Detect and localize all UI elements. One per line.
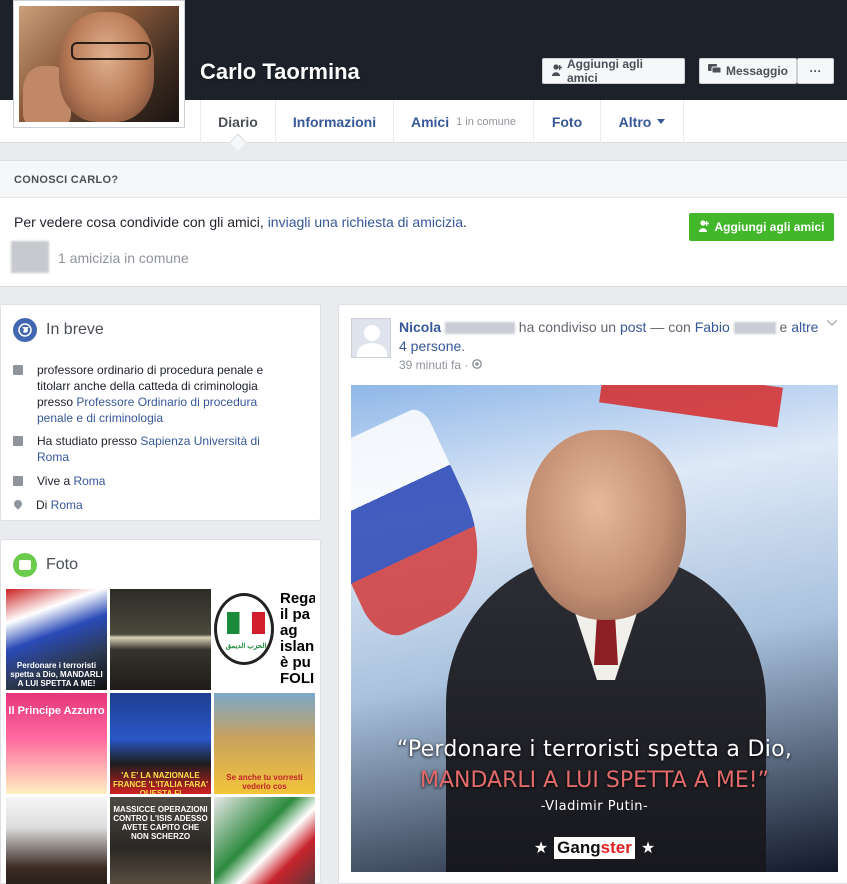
chevron-down-icon[interactable] <box>827 320 837 326</box>
image-quote: “Perdonare i terroristi spetta a Dio, MA… <box>351 737 838 814</box>
globe-icon <box>13 318 37 342</box>
quote-line-1: “Perdonare i terroristi spetta a Dio, <box>396 737 793 762</box>
photo-thumbnail[interactable] <box>110 589 211 690</box>
star-icon: ★ <box>640 840 656 857</box>
tab-label: Informazioni <box>292 113 377 130</box>
photo-thumbnail[interactable]: 'A E' LA NAZIONALE FRANCE 'L'ITALIA FARA… <box>110 693 211 794</box>
profile-photo-image <box>19 6 179 122</box>
study-text: Ha studiato presso <box>37 434 141 448</box>
star-icon: ★ <box>533 840 549 857</box>
post-time-text: 39 minuti fa · <box>399 358 469 372</box>
blurred-surname <box>733 322 776 335</box>
blurred-surname <box>444 322 515 335</box>
photo-thumbnail[interactable]: Se anche tu vorresti vederlo cos <box>214 693 315 794</box>
add-friend-green-button[interactable]: Aggiungi agli amici <box>689 213 834 241</box>
post-period: . <box>461 338 466 354</box>
lives-info: Vive a Roma <box>13 473 273 489</box>
from-city-link[interactable]: Roma <box>51 498 83 512</box>
more-options-button[interactable]: ··· <box>797 58 834 84</box>
tab-label: Altro <box>618 113 652 130</box>
tab-informazioni[interactable]: Informazioni <box>276 100 394 143</box>
photos-title[interactable]: Foto <box>13 553 78 577</box>
add-friend-label: Aggiungi agli amici <box>567 57 643 85</box>
gangster-brand: ★ Gangster ★ <box>351 837 838 859</box>
photo-caption: Rega il pa ag islan è pu FOLI <box>280 590 315 687</box>
lives-text: Vive a <box>37 474 74 488</box>
message-label: Messaggio <box>726 64 789 78</box>
home-icon <box>13 476 23 486</box>
post-header: Nicola ha condiviso un post — con Fabio … <box>399 318 819 356</box>
tagged-person-link[interactable]: Fabio <box>695 319 730 335</box>
shared-post: Nicola ha condiviso un post — con Fabio … <box>338 304 847 884</box>
photo-caption: MASSICCE OPERAZIONI CONTRO L'ISIS ADESSO… <box>113 805 208 841</box>
add-friend-icon <box>551 63 563 79</box>
intro-title: In breve <box>13 318 104 342</box>
message-button[interactable]: Messaggio <box>699 58 797 84</box>
photo-caption: الحزب الديمق <box>225 643 267 650</box>
from-info: Di Roma <box>12 497 273 513</box>
photo-thumbnail[interactable]: Perdonare i terroristi spetta a Dio, MAN… <box>6 589 107 690</box>
post-timestamp[interactable]: 39 minuti fa · <box>399 358 483 372</box>
profile-name[interactable]: Carlo Taormina <box>200 59 360 85</box>
photo-icon <box>13 553 37 577</box>
tab-label: Foto <box>551 113 583 130</box>
more-dots-icon: ··· <box>809 64 822 78</box>
photo-caption: Perdonare i terroristi spetta a Dio, MAN… <box>10 661 103 688</box>
photo-caption: 'A E' LA NAZIONALE FRANCE 'L'ITALIA FARA… <box>112 771 209 794</box>
message-icon <box>708 64 722 78</box>
tab-label: Amici <box>410 113 450 130</box>
public-globe-icon <box>472 358 483 372</box>
post-with-text: — con <box>646 319 695 335</box>
conosci-text: Per vedere cosa condivide con gli amici,… <box>14 214 467 230</box>
tab-amici[interactable]: Amici 1 in comune <box>394 100 534 143</box>
conosci-text-suffix: . <box>463 214 467 230</box>
photos-card: Foto Perdonare i terroristi spetta a Dio… <box>0 539 321 884</box>
post-author-link[interactable]: Nicola <box>399 319 441 335</box>
add-friend-button[interactable]: Aggiungi agli amici <box>542 57 685 85</box>
lives-city-link[interactable]: Roma <box>73 474 105 488</box>
photo-thumbnail[interactable]: Il Principe Azzurro <box>6 693 107 794</box>
add-friend-green-label: Aggiungi agli amici <box>714 220 825 234</box>
photo-thumbnail[interactable]: MASSICCE OPERAZIONI CONTRO L'ISIS ADESSO… <box>110 797 211 884</box>
conosci-box: CONOSCI CARLO? Per vedere cosa condivide… <box>0 160 847 287</box>
quote-line-2: MANDARLI A LUI SPETTA A ME!” <box>419 768 769 793</box>
quote-author: -Vladimir Putin- <box>540 799 649 814</box>
school-icon <box>13 436 23 446</box>
briefcase-icon <box>13 365 23 375</box>
add-friend-icon <box>698 219 710 235</box>
from-text: Di <box>36 498 51 512</box>
post-link[interactable]: post <box>620 319 646 335</box>
photos-title-label: Foto <box>46 556 79 573</box>
conosci-heading: CONOSCI CARLO? <box>0 161 847 198</box>
tab-sub-label: 1 in comune <box>456 115 517 128</box>
post-action-text: ha condiviso un <box>514 319 620 335</box>
send-request-link[interactable]: inviagli una richiesta di amicizia <box>268 214 463 230</box>
photo-thumbnail[interactable] <box>214 797 315 884</box>
location-pin-icon <box>12 498 24 510</box>
caret-down-icon <box>657 119 666 124</box>
profile-picture[interactable] <box>13 0 185 128</box>
mutual-friend-avatar[interactable] <box>11 241 49 273</box>
tab-foto[interactable]: Foto <box>534 100 601 143</box>
tab-label: Diario <box>218 113 258 130</box>
conosci-text-prefix: Per vedere cosa condivide con gli amici, <box>14 214 268 230</box>
intro-card: In breve professore ordinario di procedu… <box>0 304 321 521</box>
post-author-avatar[interactable] <box>351 318 391 358</box>
education-info: Ha studiato presso Sapienza Università d… <box>13 433 273 465</box>
post-image[interactable]: “Perdonare i terroristi spetta a Dio, MA… <box>351 385 838 872</box>
photo-thumbnail[interactable] <box>6 797 107 884</box>
work-info: professore ordinario di procedura penale… <box>13 362 273 426</box>
mutual-friends-text[interactable]: 1 amicizia in comune <box>58 250 189 266</box>
photo-caption: Il Principe Azzurro <box>8 705 105 717</box>
brand-text-right: ster <box>600 838 632 857</box>
post-and-text: e <box>775 319 792 335</box>
intro-title-label: In breve <box>46 321 104 338</box>
brand-text-left: Gang <box>557 838 601 857</box>
photo-thumbnail[interactable]: الحزب الديمق Rega il pa ag islan è pu FO… <box>214 589 315 690</box>
party-logo-image: الحزب الديمق <box>214 593 274 665</box>
photo-caption: Se anche tu vorresti vederlo cos <box>226 773 303 791</box>
tab-altro[interactable]: Altro <box>601 100 684 143</box>
